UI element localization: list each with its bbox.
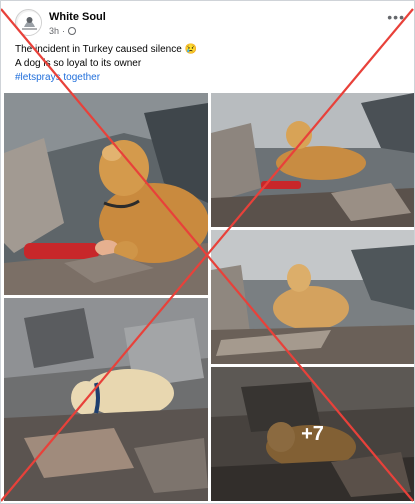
post-card: White Soul 3h · ••• The incident in Turk… [0,0,415,504]
post-time[interactable]: 3h [49,26,59,36]
photo-grid: +7 [4,93,414,501]
post-text-line-2: A dog is so loyal to its owner [15,58,142,69]
photo-2-image [211,93,414,227]
photo-4[interactable] [4,298,208,501]
author-avatar[interactable] [15,9,42,36]
photo-3[interactable] [211,230,414,364]
globe-icon [68,27,77,35]
post-text: The incident in Turkey caused silence 😢 … [15,43,405,85]
post-header: White Soul 3h · ••• [15,9,405,39]
hashtag-link[interactable]: #letsprays together [15,71,405,85]
photo-2[interactable] [211,93,414,227]
post-text-line-1: The incident in Turkey caused silence 😢 [15,44,197,55]
photo-5-more[interactable]: +7 [211,367,414,501]
author-name[interactable]: White Soul [49,11,106,23]
more-options-icon[interactable]: ••• [387,9,405,25]
avatar-logo-icon [17,11,41,35]
photo-4-image [4,298,208,501]
post-meta: 3h · [49,26,77,36]
more-photos-count[interactable]: +7 [211,367,414,501]
photo-3-image [211,230,414,364]
photo-1-image [4,93,208,295]
photo-1[interactable] [4,93,208,295]
